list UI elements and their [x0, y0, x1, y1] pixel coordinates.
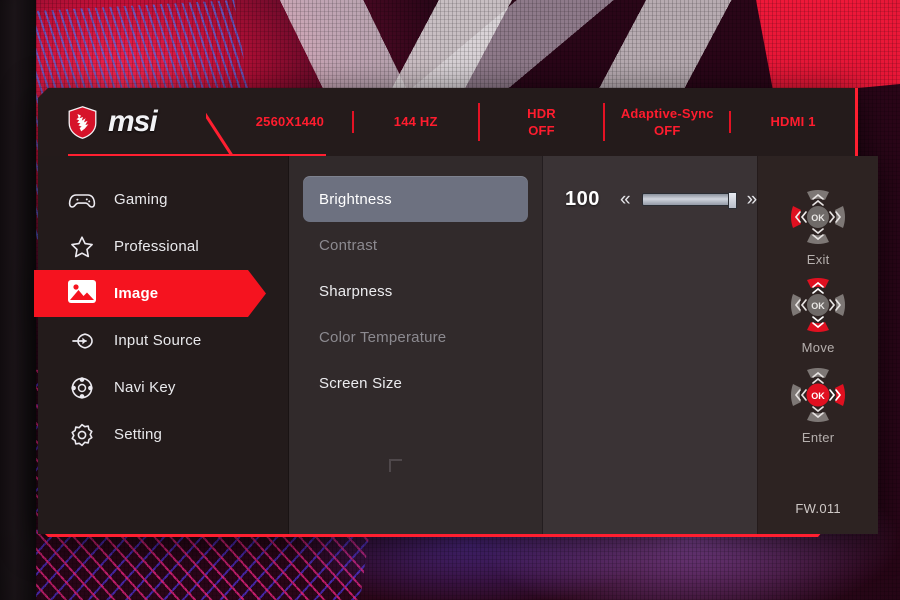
submenu-corner-mark	[389, 459, 402, 472]
status-resolution-value: 2560X1440	[255, 114, 325, 130]
star-icon	[71, 235, 93, 257]
navkey-pad-enter: OK	[785, 362, 851, 428]
submenu-item-label: Color Temperature	[319, 328, 447, 346]
gear-icon	[71, 423, 93, 446]
status-hdr: HDR OFF	[477, 102, 604, 142]
sidebar-item-label: Professional	[114, 238, 199, 255]
sidebar-item-professional[interactable]: Professional	[38, 223, 288, 270]
navkey-pad-exit: OK	[785, 184, 851, 250]
submenu-item-brightness[interactable]: Brightness	[303, 176, 528, 222]
status-input-source-value: HDMI 1	[770, 114, 816, 130]
submenu-item-color-temperature[interactable]: Color Temperature	[303, 314, 528, 360]
navi-key-icon	[71, 376, 93, 399]
navkey-label-enter: Enter	[801, 430, 835, 445]
sidebar-item-label: Input Source	[114, 332, 202, 349]
navkey-group-enter: OK Enter	[758, 362, 878, 445]
osd-menu-panel: msi 2560X1440 144 HZ HDR OFF Adaptive-Sy…	[34, 88, 879, 537]
navkey-diagram-enter: OK	[791, 368, 846, 422]
navkey-pad-move: OK	[785, 272, 851, 338]
status-hdr-label: HDR	[527, 105, 556, 121]
brightness-value: 100	[565, 187, 600, 210]
sidebar-item-navi-key[interactable]: Navi Key	[38, 364, 288, 411]
input-arrow-icon	[72, 332, 93, 349]
osd-header-bar: msi 2560X1440 144 HZ HDR OFF Adaptive-Sy…	[38, 88, 855, 156]
osd-navkey-column: OK Exit OK Move OK Enter FW.011	[757, 156, 879, 534]
osd-columns: Gaming Professional Image Input Source N…	[34, 156, 879, 534]
gamepad-icon	[68, 193, 96, 208]
sidebar-item-label: Image	[114, 285, 159, 302]
status-resolution: 2560X1440	[228, 111, 352, 132]
sidebar-item-image[interactable]: Image	[34, 270, 288, 317]
status-hdr-value: OFF	[528, 123, 555, 138]
image-icon-frame	[68, 279, 96, 303]
osd-sidebar: Gaming Professional Image Input Source N…	[34, 156, 288, 534]
image-icon	[68, 279, 96, 308]
svg-text:OK: OK	[811, 391, 825, 401]
brightness-slider-handle[interactable]	[727, 191, 737, 209]
navkey-diagram-move: OK	[791, 278, 846, 332]
osd-status-strip: 2560X1440 144 HZ HDR OFF Adaptive-Sync O…	[228, 88, 855, 156]
firmware-version: FW.011	[795, 501, 841, 516]
osd-value-column: 100 « »	[542, 156, 758, 534]
navkey-label-move: Move	[801, 340, 835, 355]
sidebar-item-label: Gaming	[114, 191, 168, 208]
sidebar-item-input-source[interactable]: Input Source	[38, 317, 288, 364]
decrease-chevron-icon[interactable]: «	[620, 190, 631, 209]
svg-text:OK: OK	[811, 301, 825, 311]
osd-submenu-column: Brightness Contrast Sharpness Color Temp…	[288, 156, 542, 534]
status-adaptive-sync: Adaptive-Sync OFF	[603, 102, 729, 142]
svg-text:OK: OK	[811, 213, 825, 223]
brightness-slider[interactable]	[641, 191, 737, 209]
submenu-item-label: Screen Size	[319, 374, 403, 392]
submenu-item-label: Contrast	[319, 236, 378, 254]
submenu-item-label: Brightness	[319, 190, 392, 208]
submenu-item-sharpness[interactable]: Sharpness	[303, 268, 528, 314]
sidebar-item-label: Navi Key	[114, 379, 176, 396]
navkey-label-exit: Exit	[806, 252, 830, 267]
status-input-source: HDMI 1	[729, 111, 855, 133]
msi-logo: msi	[38, 88, 228, 156]
brightness-slider-fill	[642, 193, 735, 205]
sidebar-item-gaming[interactable]: Gaming	[38, 176, 288, 223]
status-refresh-rate: 144 HZ	[351, 111, 478, 133]
status-adaptive-sync-label: Adaptive-Sync	[620, 105, 714, 121]
status-refresh-rate-value: 144 HZ	[393, 114, 438, 130]
msi-wordmark: msi	[108, 105, 158, 138]
sidebar-item-label: Setting	[114, 426, 163, 443]
navkey-group-exit: OK Exit	[758, 184, 878, 267]
image-icon-glyph	[70, 283, 94, 300]
submenu-item-screen-size[interactable]: Screen Size	[303, 360, 528, 406]
msi-dragon-shield-icon	[68, 105, 97, 139]
status-adaptive-sync-value: OFF	[653, 123, 681, 138]
submenu-item-label: Sharpness	[319, 282, 393, 300]
submenu-item-contrast[interactable]: Contrast	[303, 222, 528, 268]
increase-chevron-icon[interactable]: »	[747, 190, 758, 209]
sidebar-item-setting[interactable]: Setting	[38, 411, 288, 458]
brightness-value-row: 100 « »	[543, 176, 757, 222]
navkey-diagram-exit: OK	[791, 190, 846, 244]
navkey-group-move: OK Move	[758, 272, 878, 355]
